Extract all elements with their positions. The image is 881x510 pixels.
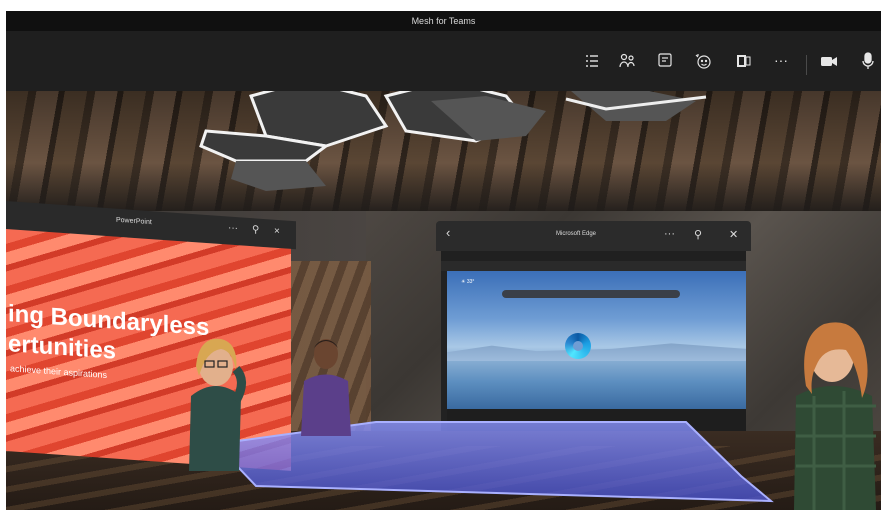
edge-panel[interactable]: ‹ Microsoft Edge ··· ⚲ ✕ ☀ 33° bbox=[436, 221, 751, 436]
mesh-app-window: Mesh for Teams ··· PowerPoint ··· ⚲ × in… bbox=[6, 11, 881, 510]
apps-icon[interactable] bbox=[732, 51, 754, 71]
slide-subtitle: achieve their aspirations bbox=[10, 363, 108, 381]
more-icon[interactable]: ··· bbox=[664, 228, 675, 240]
search-input[interactable] bbox=[502, 290, 680, 298]
toolbar-separator bbox=[806, 55, 807, 75]
chat-icon[interactable] bbox=[654, 51, 676, 71]
reaction-icon[interactable] bbox=[692, 51, 714, 71]
window-title: Mesh for Teams bbox=[411, 16, 476, 26]
avatar-woman-glasses[interactable] bbox=[181, 321, 251, 510]
pin-icon[interactable]: ⚲ bbox=[252, 224, 259, 236]
edge-title-bar[interactable]: ‹ Microsoft Edge ··· ⚲ ✕ bbox=[436, 221, 751, 251]
camera-icon[interactable] bbox=[818, 51, 840, 71]
new-tab-page: ☀ 33° bbox=[447, 271, 746, 409]
back-icon[interactable]: ‹ bbox=[446, 225, 450, 240]
powerpoint-title: PowerPoint bbox=[116, 216, 152, 227]
avatar-woman-plaid[interactable] bbox=[784, 306, 881, 510]
list-icon[interactable] bbox=[581, 51, 603, 71]
browser-tab-strip[interactable] bbox=[441, 251, 746, 261]
weather-widget[interactable]: ☀ 33° bbox=[461, 279, 474, 285]
avatar-man-purple[interactable] bbox=[296, 326, 356, 436]
virtual-room-scene: PowerPoint ··· ⚲ × ing Boundaryless ertu… bbox=[6, 91, 881, 510]
close-icon[interactable]: ✕ bbox=[729, 228, 738, 241]
meeting-toolbar: ··· bbox=[6, 31, 881, 91]
more-icon[interactable]: ··· bbox=[228, 223, 238, 235]
pin-icon[interactable]: ⚲ bbox=[694, 228, 702, 241]
ceiling-lights bbox=[199, 91, 707, 191]
close-icon[interactable]: × bbox=[274, 226, 280, 237]
title-bar: Mesh for Teams bbox=[6, 11, 881, 31]
edge-logo-icon bbox=[565, 333, 591, 359]
more-icon[interactable]: ··· bbox=[770, 51, 792, 71]
microphone-icon[interactable] bbox=[857, 51, 879, 71]
browser-frame: ☀ 33° bbox=[441, 251, 746, 431]
address-bar[interactable] bbox=[441, 261, 746, 271]
people-icon[interactable] bbox=[616, 51, 638, 71]
edge-title: Microsoft Edge bbox=[556, 231, 597, 237]
